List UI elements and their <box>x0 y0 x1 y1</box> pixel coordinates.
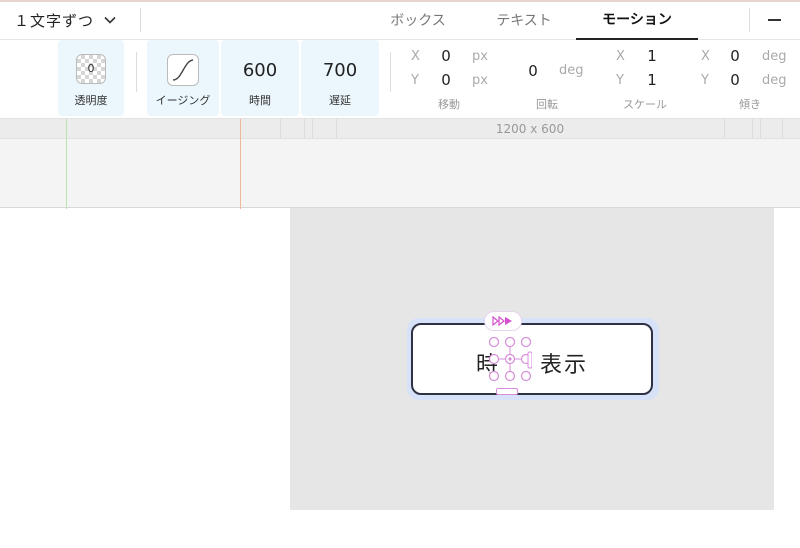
header-divider <box>140 8 141 32</box>
ruler-tick <box>782 119 783 139</box>
duration-value: 600 <box>242 60 278 81</box>
design-canvas[interactable]: 時表示 <box>290 208 774 510</box>
skew-x-axis-label: X <box>701 49 710 64</box>
ruler-tick <box>760 119 761 139</box>
skew-x-unit: deg <box>762 49 787 64</box>
split-mode-dropdown[interactable]: １文字ずつ <box>14 8 116 32</box>
move-x-axis-label: X <box>411 49 420 64</box>
move-x-unit: px <box>472 49 488 64</box>
delay-control[interactable]: 700 遅延 <box>301 40 379 116</box>
easing-curve-icon <box>167 54 199 86</box>
top-tab-bar: １文字ずつ ボックス テキスト モーション <box>0 0 800 40</box>
skew-y-axis-label: Y <box>701 73 709 88</box>
move-y-input[interactable]: 0 <box>434 71 458 89</box>
skew-y-input[interactable]: 0 <box>723 71 747 89</box>
move-y-axis-label: Y <box>411 73 419 88</box>
motion-toolbar: 0 透明度 イージング 600 時間 700 遅延 X 0 px Y 0 px … <box>0 40 800 118</box>
breakpoint-ruler[interactable]: 1200 x 600 <box>0 119 800 139</box>
tab-box[interactable]: ボックス <box>360 0 476 40</box>
guide-line-orange <box>240 119 241 209</box>
transform-handles[interactable] <box>488 336 533 396</box>
skew-y-unit: deg <box>762 73 787 88</box>
delay-value: 700 <box>322 60 358 81</box>
easing-label: イージング <box>155 94 211 107</box>
tab-text[interactable]: テキスト <box>466 0 582 40</box>
transform-handles-icon <box>488 336 533 382</box>
checkerboard-icon: 0 <box>76 54 106 84</box>
scale-x-axis-label: X <box>616 49 625 64</box>
ruler-tick <box>336 119 337 139</box>
ruler-tick <box>280 119 281 139</box>
header-divider-right <box>749 8 750 32</box>
duration-label: 時間 <box>249 94 271 107</box>
scale-y-input[interactable]: 1 <box>640 71 664 89</box>
split-mode-label: １文字ずつ <box>14 11 95 30</box>
toolbar-divider <box>390 52 391 92</box>
box-text-after: 表示 <box>540 353 589 378</box>
scale-label: スケール <box>623 98 667 111</box>
minimize-button[interactable] <box>764 12 784 28</box>
text-box[interactable]: 時表示 <box>411 323 653 395</box>
skew-x-input[interactable]: 0 <box>723 47 747 65</box>
opacity-value: 0 <box>87 62 95 75</box>
ruler-tick <box>752 119 753 139</box>
rotate-input[interactable]: 0 <box>521 62 545 80</box>
opacity-label: 透明度 <box>74 94 108 107</box>
play-animation-button[interactable] <box>485 312 521 330</box>
ruler-tick <box>304 119 305 139</box>
duration-control[interactable]: 600 時間 <box>221 40 299 116</box>
delay-label: 遅延 <box>329 94 351 107</box>
guide-line-green <box>66 119 67 209</box>
opacity-control[interactable]: 0 透明度 <box>58 40 124 116</box>
rotate-unit: deg <box>559 63 584 78</box>
chevron-down-icon <box>104 16 116 24</box>
ruler-tick <box>312 119 313 139</box>
box-text: 時表示 <box>413 347 651 379</box>
rotate-label: 回転 <box>536 98 558 111</box>
minimize-icon <box>767 19 781 21</box>
move-x-input[interactable]: 0 <box>434 47 458 65</box>
skew-label: 傾き <box>739 98 761 111</box>
canvas-size-label: 1200 x 600 <box>495 122 565 136</box>
ruler-tick <box>724 119 725 139</box>
tab-motion[interactable]: モーション <box>576 0 698 40</box>
scale-x-input[interactable]: 1 <box>640 47 664 65</box>
toolbar-divider <box>136 52 137 92</box>
move-y-unit: px <box>472 73 488 88</box>
ruler-strip: 1200 x 600 <box>0 118 800 209</box>
scale-y-axis-label: Y <box>616 73 624 88</box>
easing-control[interactable]: イージング <box>147 40 219 116</box>
resize-handle-bottom[interactable] <box>496 388 518 395</box>
fast-forward-icon <box>492 316 512 326</box>
move-label: 移動 <box>438 98 460 111</box>
